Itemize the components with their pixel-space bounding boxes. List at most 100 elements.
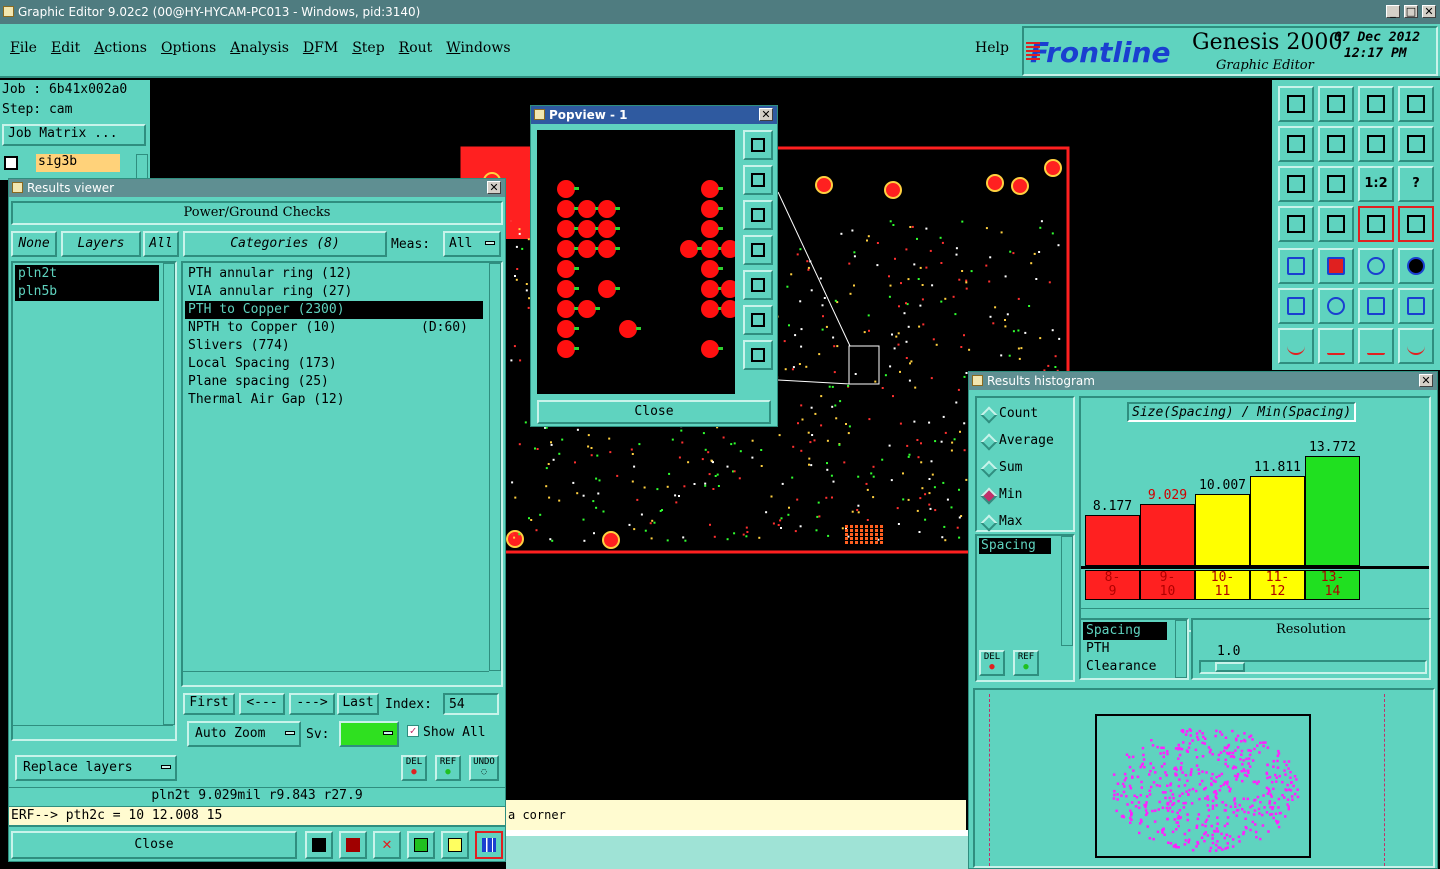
help-menu[interactable]: Help bbox=[975, 40, 1009, 56]
histogram-bar[interactable] bbox=[1195, 494, 1250, 566]
popview-canvas[interactable] bbox=[537, 130, 735, 394]
help-icon[interactable]: ? bbox=[1398, 166, 1434, 202]
cross-icon[interactable] bbox=[1318, 288, 1354, 324]
menu-windows[interactable]: Windows bbox=[446, 40, 510, 56]
menu-edit[interactable]: Edit bbox=[51, 40, 80, 56]
histogram-bar[interactable] bbox=[1305, 456, 1360, 566]
hist-ref-button[interactable]: REF ● bbox=[1013, 650, 1039, 676]
categories-button[interactable]: Categories (8) bbox=[183, 231, 387, 257]
type-list-item[interactable]: PTH bbox=[1083, 640, 1167, 658]
replace-layers-select[interactable]: Replace layers bbox=[15, 755, 177, 781]
equal-icon[interactable] bbox=[1398, 126, 1434, 162]
layer-item[interactable]: pln2t bbox=[15, 265, 159, 283]
histogram-tool-icon[interactable] bbox=[475, 831, 503, 859]
categories-list[interactable]: PTH annular ring (12) VIA annular ring (2… bbox=[181, 261, 503, 687]
circle-icon[interactable] bbox=[1398, 248, 1434, 284]
layers-button[interactable]: Layers bbox=[61, 231, 141, 257]
category-item[interactable]: Slivers (774) bbox=[185, 337, 483, 355]
menu-options[interactable]: Options bbox=[161, 40, 216, 56]
pad-icon[interactable] bbox=[1278, 248, 1314, 284]
arrow-down-icon[interactable] bbox=[743, 200, 773, 230]
draw-icon[interactable] bbox=[1318, 248, 1354, 284]
wrench-icon[interactable] bbox=[1278, 206, 1314, 242]
layers-hscrollbar[interactable] bbox=[13, 725, 173, 737]
job-matrix-button[interactable]: Job Matrix ... bbox=[2, 124, 146, 146]
ruler-icon[interactable] bbox=[1358, 248, 1394, 284]
menu-rout[interactable]: Rout bbox=[399, 40, 433, 56]
stat-option-sum[interactable]: Sum bbox=[977, 460, 1073, 478]
tool-icon-3[interactable]: ✕ bbox=[373, 831, 401, 859]
category-item[interactable]: Thermal Air Gap (12) bbox=[185, 391, 483, 409]
resolution-slider-thumb[interactable] bbox=[1215, 662, 1245, 672]
arrow-right-icon[interactable] bbox=[743, 270, 773, 300]
category-item[interactable]: NPTH to Copper (10) (D:60) bbox=[185, 319, 483, 337]
results-viewer-close-x[interactable]: ✕ bbox=[487, 181, 501, 194]
none-button[interactable]: None bbox=[11, 231, 57, 257]
fit-view-icon[interactable] bbox=[743, 305, 773, 335]
type-list[interactable]: Spacing PTH Clearance bbox=[1079, 618, 1189, 680]
move-left-icon[interactable] bbox=[1278, 126, 1314, 162]
layers-list[interactable]: pln2t pln5b bbox=[11, 261, 177, 741]
histogram-bar[interactable] bbox=[1140, 504, 1195, 566]
stretch-icon[interactable] bbox=[1358, 126, 1394, 162]
center-icon[interactable] bbox=[743, 340, 773, 370]
categories-scrollbar[interactable] bbox=[489, 263, 501, 671]
menu-file[interactable]: File bbox=[10, 40, 37, 56]
tool-icon-4[interactable] bbox=[407, 831, 435, 859]
ref-button[interactable]: REF ● bbox=[435, 755, 461, 781]
grid-icon[interactable] bbox=[1398, 86, 1434, 122]
zoom-in-icon[interactable] bbox=[743, 130, 773, 160]
hist-del-button[interactable]: DEL ● bbox=[979, 650, 1005, 676]
category-item[interactable]: VIA annular ring (27) bbox=[185, 283, 483, 301]
category-item[interactable]: PTH to Copper (2300) bbox=[185, 301, 483, 319]
layer-name-sig3b[interactable]: sig3b bbox=[36, 154, 120, 172]
menu-step[interactable]: Step bbox=[352, 40, 384, 56]
zoom-fit-icon[interactable] bbox=[1278, 166, 1314, 202]
link-icon[interactable] bbox=[1358, 288, 1394, 324]
meas-select[interactable]: All bbox=[443, 231, 501, 257]
zoom-icon[interactable] bbox=[1318, 166, 1354, 202]
all-layers-button[interactable]: All bbox=[143, 231, 179, 257]
arc-icon[interactable] bbox=[1358, 328, 1394, 364]
type-list-scrollbar[interactable] bbox=[1175, 620, 1187, 678]
job-scrollbar[interactable] bbox=[136, 154, 148, 180]
type-list-item[interactable]: Spacing bbox=[1083, 622, 1167, 640]
stat-option-count[interactable]: Count bbox=[977, 406, 1073, 424]
histogram-close-x[interactable]: ✕ bbox=[1419, 374, 1433, 387]
next-button[interactable]: ---> bbox=[289, 693, 335, 715]
tool-icon-5[interactable] bbox=[441, 831, 469, 859]
split-icon[interactable] bbox=[1398, 328, 1434, 364]
popview-close-x[interactable]: ✕ bbox=[759, 108, 773, 121]
menu-actions[interactable]: Actions bbox=[94, 40, 147, 56]
type-list-item[interactable]: Clearance bbox=[1083, 658, 1167, 676]
del-button[interactable]: DEL ● bbox=[401, 755, 427, 781]
histogram-bar[interactable] bbox=[1085, 515, 1140, 566]
category-item[interactable]: Local Spacing (173) bbox=[185, 355, 483, 373]
layer-item[interactable]: pln5b bbox=[15, 283, 159, 301]
popview-close-button[interactable]: Close bbox=[537, 400, 771, 424]
show-all-checkbox[interactable]: ✓ bbox=[407, 725, 419, 737]
category-item[interactable]: PTH annular ring (12) bbox=[185, 265, 483, 283]
arrow-left-icon[interactable] bbox=[743, 235, 773, 265]
category-item[interactable]: Plane spacing (25) bbox=[185, 373, 483, 391]
index-input[interactable] bbox=[443, 693, 499, 715]
scale-icon[interactable]: 1:2 bbox=[1358, 166, 1394, 202]
layers-scrollbar[interactable] bbox=[163, 263, 175, 725]
categories-hscrollbar[interactable] bbox=[183, 671, 489, 683]
prev-button[interactable]: <--- bbox=[239, 693, 285, 715]
arrow-link-icon[interactable] bbox=[1398, 288, 1434, 324]
layer-up-icon[interactable] bbox=[1318, 86, 1354, 122]
spacing-list-item[interactable]: Spacing bbox=[979, 538, 1051, 554]
home-icon[interactable] bbox=[1278, 86, 1314, 122]
overview-map[interactable] bbox=[1095, 714, 1313, 860]
close-window-button[interactable]: ✕ bbox=[1422, 5, 1436, 18]
move-right-icon[interactable] bbox=[1318, 126, 1354, 162]
tool-icon-2[interactable] bbox=[339, 831, 367, 859]
draw-line-icon[interactable] bbox=[1318, 328, 1354, 364]
spacing-list[interactable]: Spacing DEL ● REF ● bbox=[975, 534, 1075, 682]
menu-dfm[interactable]: DFM bbox=[303, 40, 338, 56]
layer-checkbox[interactable] bbox=[4, 156, 18, 170]
stat-option-max[interactable]: Max bbox=[977, 514, 1073, 532]
stat-option-average[interactable]: Average bbox=[977, 433, 1073, 451]
undo-button[interactable]: UNDO ◌ bbox=[469, 755, 499, 781]
